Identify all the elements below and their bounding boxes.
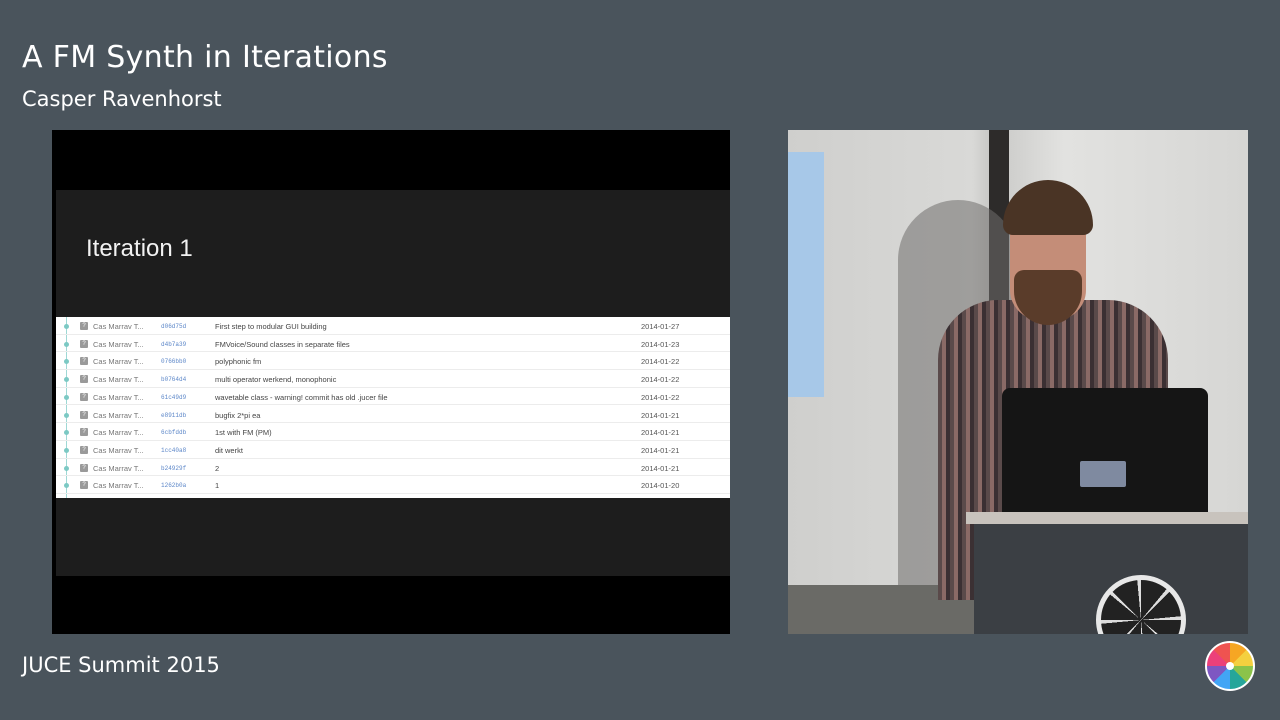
table-row[interactable]: ? Cas Marrav T... 0766bb0 polyphonic fm 2014…: [56, 352, 730, 371]
slide-panel: Iteration 1 ? Cas Marrav T... d06d75d First…: [52, 130, 730, 634]
commit-hash-link[interactable]: e8911db: [161, 412, 186, 419]
table-row[interactable]: ? Cas Marrav T... 1cc40a8 dit werkt 2014-01-…: [56, 441, 730, 459]
table-row[interactable]: ? Cas Marrav T... e8911db bugfix 2*pi ea 201…: [56, 406, 730, 424]
table-row[interactable]: ? Cas Marrav T... 6cbfddb 1st with FM (PM) 2…: [56, 423, 730, 441]
commit-dot-icon: [64, 430, 69, 436]
commit-message: First step to modular GUI building: [215, 322, 327, 331]
slide-heading: Iteration 1: [86, 235, 193, 262]
commit-author: Cas Marrav T...: [93, 357, 144, 367]
author-avatar-icon: ?: [80, 428, 88, 437]
talk-speaker: Casper Ravenhorst: [22, 87, 222, 111]
commit-hash-link[interactable]: 6cbfddb: [161, 429, 186, 436]
author-avatar-icon: ?: [80, 445, 88, 454]
commit-author: Cas Marrav T...: [93, 481, 144, 491]
commit-hash-link[interactable]: b0764d4: [161, 376, 186, 383]
commit-hash-link[interactable]: 0766bb0: [161, 358, 186, 365]
commit-message: polyphonic fm: [215, 357, 262, 367]
commit-hash-link[interactable]: 1262b0a: [161, 482, 186, 489]
commit-dot-icon: [64, 394, 69, 400]
table-row[interactable]: ? Cas Marrav T... 61c49d9 wavetable class -…: [56, 388, 730, 406]
table-row[interactable]: ? Cas Marrav T... 1262b0a 1 2014-01-20: [56, 476, 730, 494]
commit-date: 2014-01-21: [641, 410, 680, 420]
commit-table: ? Cas Marrav T... d06d75d First step to mod…: [56, 317, 730, 498]
commit-date: 2014-01-22: [641, 375, 680, 385]
commit-date: 2014-01-22: [641, 392, 680, 402]
author-avatar-icon: ?: [80, 375, 88, 384]
commit-message: FMVoice/Sound classes in separate files: [215, 339, 350, 349]
commit-message: multi operator werkend, monophonic: [215, 375, 337, 385]
commit-hash-link[interactable]: d4b7a39: [161, 341, 186, 348]
commit-author: Cas Marrav T...: [93, 375, 144, 385]
commit-author: Cas Marrav T...: [93, 445, 144, 455]
commit-date: 2014-01-23: [641, 339, 680, 349]
commit-message: wavetable class - warning! commit has ol…: [215, 392, 388, 402]
juce-logo-icon: [1205, 641, 1255, 691]
commit-date: 2014-01-21: [641, 445, 680, 455]
table-row[interactable]: ? Cas Marrav T... b24929f 2 2014-01-21: [56, 459, 730, 477]
author-avatar-icon: ?: [80, 357, 88, 366]
podium-top: [966, 512, 1248, 524]
table-row[interactable]: ? Cas Marrav T... d06d75d First step to mod…: [56, 317, 730, 335]
commit-date: 2014-01-21: [641, 428, 680, 438]
commit-dot-icon: [64, 359, 69, 365]
commit-dot-icon: [64, 341, 69, 347]
commit-hash-link[interactable]: 61c49d9: [161, 394, 186, 401]
speaker-hair: [1003, 180, 1093, 235]
commit-dot-icon: [64, 377, 69, 383]
commit-dot-icon: [64, 324, 69, 329]
author-avatar-icon: ?: [80, 322, 88, 330]
commit-author: Cas Marrav T...: [93, 392, 144, 402]
commit-dot-icon: [64, 412, 69, 418]
table-row[interactable]: ? Cas Marrav T... b0764d4 multi operator we…: [56, 370, 730, 388]
talk-title: A FM Synth in Iterations: [22, 40, 388, 75]
commit-hash-link[interactable]: b24929f: [161, 465, 186, 472]
author-avatar-icon: ?: [80, 410, 88, 419]
projection-screen-edge: [788, 152, 824, 397]
commit-author: Cas Marrav T...: [93, 428, 144, 438]
commit-message: 2: [215, 463, 220, 473]
commit-dot-icon: [64, 465, 69, 471]
commit-date: 2014-01-21: [641, 463, 680, 473]
commit-message: dit werkt: [215, 445, 243, 455]
table-row[interactable]: ? Cas Marrav T... d4b7a39 FMVoice/Sound cla…: [56, 335, 730, 353]
commit-dot-icon: [64, 483, 69, 489]
event-name: JUCE Summit 2015: [22, 653, 220, 677]
author-avatar-icon: ?: [80, 463, 88, 472]
commit-author: Cas Marrav T...: [93, 410, 144, 420]
commit-message: bugfix 2*pi ea: [215, 410, 261, 420]
commit-hash-link[interactable]: d06d75d: [161, 323, 186, 330]
commit-dot-icon: [64, 447, 69, 453]
author-avatar-icon: ?: [80, 339, 88, 348]
commit-date: 2014-01-22: [641, 357, 680, 367]
author-avatar-icon: ?: [80, 392, 88, 401]
commit-message: 1st with FM (PM): [215, 428, 272, 438]
commit-author: Cas Marrav T...: [93, 322, 144, 331]
camera-view: [788, 130, 1248, 634]
commit-author: Cas Marrav T...: [93, 339, 144, 349]
commit-date: 2014-01-20: [641, 481, 680, 491]
commit-date: 2014-01-27: [641, 322, 680, 331]
laptop-sticker: [1080, 461, 1126, 487]
author-avatar-icon: ?: [80, 481, 88, 490]
commit-message: 1: [215, 481, 220, 491]
commit-hash-link[interactable]: 1cc40a8: [161, 447, 186, 454]
laptop: [1002, 388, 1208, 516]
commit-author: Cas Marrav T...: [93, 463, 144, 473]
